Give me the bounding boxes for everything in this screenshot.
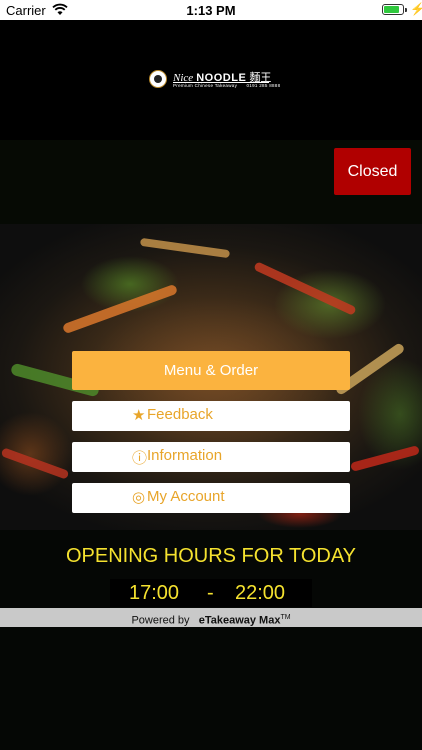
restaurant-logo: Nice NOODLE 麵王 Premium Chinese Takeaway … — [149, 68, 280, 94]
menu-order-button[interactable]: Menu & Order — [72, 351, 350, 390]
logo-tagline-text: Premium Chinese Takeaway — [173, 83, 238, 88]
close-time: 22:00 — [235, 582, 286, 604]
opening-hours-title: OPENING HOURS FOR TODAY — [65, 545, 357, 567]
powered-by-bar: Powered by eTakeaway MaxTM — [0, 608, 422, 627]
battery-level — [384, 6, 400, 13]
battery-cap — [405, 8, 407, 12]
logo-emblem-icon — [149, 70, 167, 88]
time-separator: - — [207, 582, 214, 604]
account-icon: ◎ — [132, 489, 146, 506]
status-bar: Carrier 1:13 PM ⚡ — [0, 0, 422, 20]
information-label: Information — [147, 447, 223, 464]
star-icon: ★ — [132, 407, 146, 424]
trademark-mark: TM — [280, 614, 291, 621]
logo-tagline: Premium Chinese Takeaway 0191 285 8888 — [173, 83, 280, 88]
powered-by-label: Powered by — [131, 614, 190, 627]
bolt-icon: ⚡ — [410, 2, 422, 16]
information-button[interactable]: ⓘ Information — [72, 442, 350, 472]
info-icon: ⓘ — [132, 450, 148, 467]
powered-by-product: eTakeaway Max — [198, 614, 281, 627]
clock: 1:13 PM — [186, 3, 236, 18]
opening-hours-times: 17:00 - 22:00 — [110, 579, 312, 607]
my-account-label: My Account — [147, 488, 225, 505]
feedback-button[interactable]: ★ Feedback — [72, 401, 350, 431]
feedback-label: Feedback — [147, 406, 213, 423]
logo-phone: 0191 285 8888 — [246, 83, 281, 88]
open-time: 17:00 — [129, 582, 180, 604]
closed-status-button[interactable]: Closed — [334, 148, 411, 195]
battery-icon — [382, 4, 404, 15]
bottom-area — [0, 627, 422, 750]
my-account-button[interactable]: ◎ My Account — [72, 483, 350, 513]
